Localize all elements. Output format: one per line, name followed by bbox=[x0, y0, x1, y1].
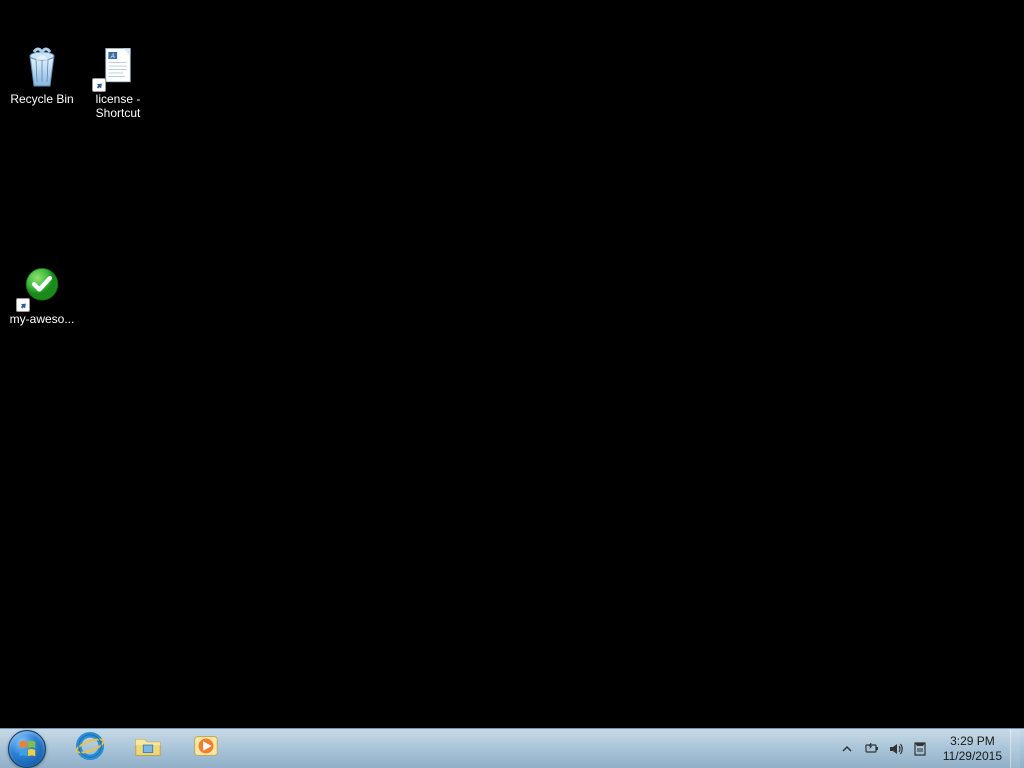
show-hidden-icons-button[interactable] bbox=[837, 729, 857, 768]
windows-logo-icon bbox=[8, 730, 46, 768]
tray-power-icon[interactable] bbox=[863, 740, 881, 758]
tray-volume-icon[interactable] bbox=[887, 740, 905, 758]
document-icon: A bbox=[94, 42, 142, 90]
taskbar-item-internet-explorer[interactable] bbox=[62, 731, 118, 767]
desktop-icon-label: license - Shortcut bbox=[82, 92, 154, 121]
svg-text:A: A bbox=[110, 53, 115, 60]
internet-explorer-icon bbox=[75, 731, 105, 766]
taskbar-clock[interactable]: 3:29 PM 11/29/2015 bbox=[935, 734, 1010, 763]
shortcut-arrow-icon bbox=[16, 298, 30, 312]
desktop-icon-label: Recycle Bin bbox=[10, 92, 73, 106]
folder-icon bbox=[133, 731, 163, 766]
media-player-icon bbox=[191, 731, 221, 766]
desktop-icon-my-awesome[interactable]: my-aweso... bbox=[4, 260, 80, 328]
taskbar-item-file-explorer[interactable] bbox=[120, 731, 176, 767]
taskbar-item-media-player[interactable] bbox=[178, 731, 234, 767]
tray-action-center-icon[interactable] bbox=[911, 740, 929, 758]
taskbar: 3:29 PM 11/29/2015 bbox=[0, 728, 1024, 768]
recycle-bin-icon bbox=[18, 42, 66, 90]
desktop[interactable]: Recycle Bin A license - Shortcut bbox=[0, 0, 1024, 768]
shortcut-arrow-icon bbox=[92, 78, 106, 92]
clock-time: 3:29 PM bbox=[950, 734, 995, 748]
start-button[interactable] bbox=[0, 729, 54, 768]
green-check-icon bbox=[18, 262, 66, 310]
pinned-apps bbox=[62, 731, 234, 767]
show-desktop-button[interactable] bbox=[1010, 729, 1020, 768]
system-tray: 3:29 PM 11/29/2015 bbox=[837, 729, 1024, 768]
desktop-icon-license-shortcut[interactable]: A license - Shortcut bbox=[80, 40, 156, 123]
desktop-icon-recycle-bin[interactable]: Recycle Bin bbox=[4, 40, 80, 108]
desktop-icon-label: my-aweso... bbox=[10, 312, 75, 326]
clock-date: 11/29/2015 bbox=[943, 749, 1002, 763]
